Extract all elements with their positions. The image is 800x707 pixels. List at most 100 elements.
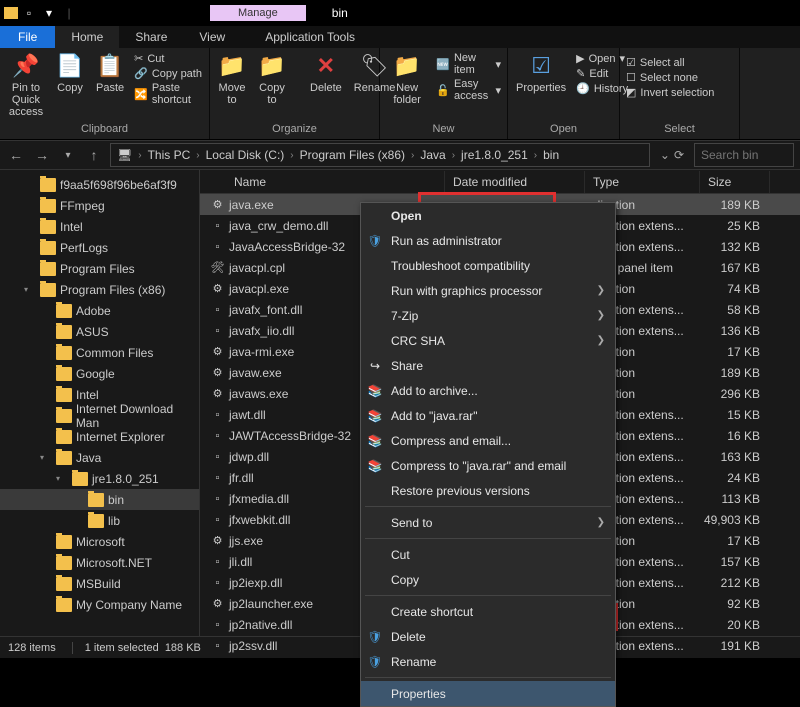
tree-item[interactable]: Adobe — [0, 300, 199, 321]
col-size[interactable]: Size — [700, 171, 770, 193]
tree-item[interactable]: My Company Name — [0, 594, 199, 615]
breadcrumb-item[interactable]: jre1.8.0_251 — [461, 148, 528, 162]
properties-button[interactable]: ☑Properties — [514, 50, 568, 96]
file-size: 113 KB — [700, 492, 770, 506]
file-name: java-rmi.exe — [229, 345, 294, 359]
file-icon: ▫ — [210, 491, 225, 506]
tree-item[interactable]: FFmpeg — [0, 195, 199, 216]
menu-7zip[interactable]: 7-Zip❯ — [361, 303, 615, 328]
tree-item[interactable]: lib — [0, 510, 199, 531]
file-size: 191 KB — [700, 639, 770, 653]
select-none-button[interactable]: ☐Select none — [626, 71, 733, 84]
column-headers[interactable]: Name Date modified Type Size — [200, 170, 800, 194]
menu-add-archive[interactable]: 📚Add to archive... — [361, 378, 615, 403]
tree-item[interactable]: ▾jre1.8.0_251 — [0, 468, 199, 489]
file-size: 132 KB — [700, 240, 770, 254]
dropdown-icon[interactable]: ⌄ — [660, 148, 670, 162]
select-all-button[interactable]: ☑Select all — [626, 56, 733, 69]
menu-rename[interactable]: 🛡Rename — [361, 649, 615, 674]
tree-item[interactable]: ASUS — [0, 321, 199, 342]
tree-item[interactable]: f9aa5f698f96be6af3f9 — [0, 174, 199, 195]
menu-graphics[interactable]: Run with graphics processor❯ — [361, 278, 615, 303]
up-button[interactable]: ↑ — [84, 147, 104, 163]
menu-run-as-admin[interactable]: 🛡Run as administrator — [361, 228, 615, 253]
menu-open[interactable]: Open — [361, 203, 615, 228]
manage-tab[interactable]: Manage — [210, 5, 306, 21]
refresh-icon[interactable]: ⟳ — [674, 148, 684, 162]
tab-view[interactable]: View — [183, 26, 241, 48]
file-size: 74 KB — [700, 282, 770, 296]
menu-add-rar[interactable]: 📚Add to "java.rar" — [361, 403, 615, 428]
tree-item[interactable]: Microsoft — [0, 531, 199, 552]
menu-restore-versions[interactable]: Restore previous versions — [361, 478, 615, 503]
tree-item[interactable]: PerfLogs — [0, 237, 199, 258]
scissors-icon: ✂ — [134, 52, 143, 65]
tree-item[interactable]: Google — [0, 363, 199, 384]
qat-item[interactable]: ▾ — [40, 4, 58, 22]
move-to-button[interactable]: 📁Move to — [216, 50, 248, 108]
paste-button[interactable]: 📋Paste — [94, 50, 126, 96]
delete-button[interactable]: ✕Delete — [308, 50, 344, 96]
new-item-button[interactable]: 🆕New item ▾ — [436, 52, 501, 76]
file-list[interactable]: Name Date modified Type Size ⚙java.exepl… — [200, 170, 800, 636]
pin-to-quick-access-button[interactable]: 📌Pin to Quick access — [6, 50, 46, 120]
menu-copy[interactable]: Copy — [361, 567, 615, 592]
status-selected: 1 item selected 188 KB — [72, 642, 201, 654]
search-input[interactable] — [694, 143, 794, 167]
easy-access-button[interactable]: 🔓Easy access ▾ — [436, 78, 501, 102]
menu-compress-email[interactable]: 📚Compress and email... — [361, 428, 615, 453]
menu-compress-rar-email[interactable]: 📚Compress to "java.rar" and email — [361, 453, 615, 478]
paste-shortcut-button[interactable]: 🔀Paste shortcut — [134, 82, 203, 106]
menu-troubleshoot[interactable]: Troubleshoot compatibility — [361, 253, 615, 278]
menu-create-shortcut[interactable]: Create shortcut — [361, 599, 615, 624]
breadcrumb-item[interactable]: This PC — [148, 148, 191, 162]
menu-crc-sha[interactable]: CRC SHA❯ — [361, 328, 615, 353]
tree-item[interactable]: Internet Download Man — [0, 405, 199, 426]
breadcrumb-item[interactable]: bin — [543, 148, 559, 162]
file-icon: ⚙ — [210, 281, 225, 296]
menu-send-to[interactable]: Send to❯ — [361, 510, 615, 535]
tree-item[interactable]: Program Files — [0, 258, 199, 279]
navigation-tree[interactable]: f9aa5f698f96be6af3f9FFmpegIntelPerfLogsP… — [0, 170, 200, 636]
menu-properties[interactable]: Properties — [361, 681, 615, 706]
tree-item[interactable]: bin — [0, 489, 199, 510]
tab-application-tools[interactable]: Application Tools — [249, 26, 371, 48]
file-name: jdwp.dll — [229, 450, 269, 464]
cut-button[interactable]: ✂Cut — [134, 52, 203, 65]
easyaccess-icon: 🔓 — [436, 84, 450, 97]
breadcrumb-item[interactable]: Program Files (x86) — [300, 148, 405, 162]
col-modified[interactable]: Date modified — [445, 171, 585, 193]
copy-button[interactable]: 📄Copy — [54, 50, 86, 96]
col-type[interactable]: Type — [585, 171, 700, 193]
copy-path-button[interactable]: 🔗Copy path — [134, 67, 203, 80]
shield-icon: 🛡 — [367, 233, 383, 249]
tab-share[interactable]: Share — [119, 26, 183, 48]
tab-file[interactable]: File — [0, 26, 55, 48]
file-icon: ▫ — [210, 575, 225, 590]
folder-icon — [4, 7, 18, 19]
tree-item[interactable]: MSBuild — [0, 573, 199, 594]
tree-item[interactable]: Microsoft.NET — [0, 552, 199, 573]
file-name: jfxmedia.dll — [229, 492, 289, 506]
invert-selection-button[interactable]: ◩Invert selection — [626, 86, 733, 99]
back-button[interactable]: ← — [6, 147, 26, 163]
breadcrumb-item[interactable]: Local Disk (C:) — [206, 148, 285, 162]
file-name: java.exe — [229, 198, 274, 212]
folder-icon — [40, 241, 56, 255]
breadcrumb-item[interactable]: Java — [420, 148, 445, 162]
tree-item[interactable]: Intel — [0, 216, 199, 237]
menu-cut[interactable]: Cut — [361, 542, 615, 567]
tab-home[interactable]: Home — [55, 26, 119, 48]
recent-button[interactable]: ▾ — [58, 150, 78, 161]
forward-button[interactable]: → — [32, 147, 52, 163]
col-name[interactable]: Name — [200, 171, 445, 193]
tree-item[interactable]: ▾Java — [0, 447, 199, 468]
menu-delete[interactable]: 🛡Delete — [361, 624, 615, 649]
tree-item[interactable]: ▾Program Files (x86) — [0, 279, 199, 300]
tree-item[interactable]: Common Files — [0, 342, 199, 363]
copy-to-button[interactable]: 📁Copy to — [256, 50, 288, 108]
breadcrumb[interactable]: 🖥› This PC› Local Disk (C:)› Program Fil… — [110, 143, 650, 167]
invert-icon: ◩ — [626, 86, 636, 99]
menu-share[interactable]: ↪Share — [361, 353, 615, 378]
new-folder-button[interactable]: 📁New folder — [386, 50, 428, 108]
